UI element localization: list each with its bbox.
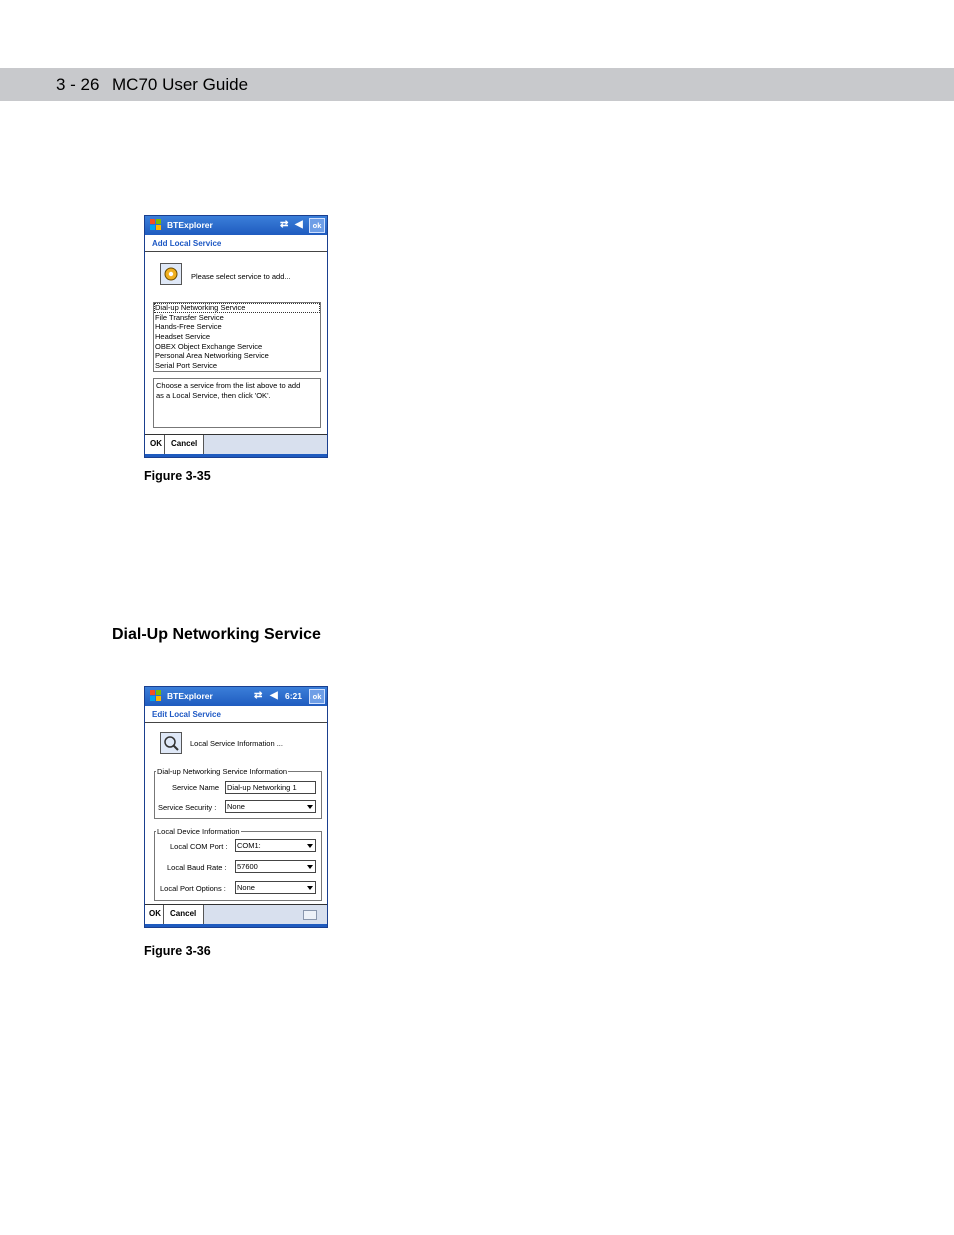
baud-rate-select[interactable]: 57600 [235,860,316,873]
service-security-label: Service Security : [158,803,217,812]
page-number: 3 - 26 [56,75,100,94]
section-heading: Dial-Up Networking Service [112,626,321,643]
connectivity-icon[interactable]: ⇄ [280,219,288,230]
service-info-label: Local Service Information ... [190,739,283,748]
list-item[interactable]: File Transfer Service [154,313,320,323]
add-local-service-screen: BTExplorer ⇄ ◀ ok Add Local Service Plea… [144,215,328,458]
select-value: COM1: [237,841,261,850]
list-item[interactable]: Headset Service [154,332,320,342]
select-value: None [237,883,255,892]
volume-icon[interactable]: ◀ [295,219,303,230]
menu-bar: OK Cancel [145,434,327,454]
menu-divider [163,905,164,924]
service-gear-icon [160,263,182,285]
clock[interactable]: 6:21 [285,691,302,701]
list-item[interactable]: Personal Area Networking Service [154,351,320,361]
select-value: 57600 [237,862,258,871]
chevron-down-icon[interactable] [307,886,313,890]
menu-divider [164,435,165,454]
app-title: BTExplorer [167,691,213,701]
service-prompt: Please select service to add... [191,272,291,281]
port-options-select[interactable]: None [235,881,316,894]
subtitle-text: Edit Local Service [152,710,221,719]
hint-box: Choose a service from the list above to … [153,378,321,428]
ok-title-button[interactable]: ok [309,689,325,704]
dun-info-group: Dial-up Networking Service Information S… [154,767,322,819]
hint-line-1: Choose a service from the list above to … [156,381,301,390]
screen-subtitle: Edit Local Service [145,706,327,723]
title-bar: BTExplorer ⇄ ◀ 6:21 ok [145,687,327,706]
windows-flag-icon[interactable] [149,689,162,703]
list-item[interactable]: OBEX Object Exchange Service [154,342,320,352]
chevron-down-icon[interactable] [307,844,313,848]
menu-divider [203,905,204,924]
group-title: Local Device Information [156,827,241,836]
group-title: Dial-up Networking Service Information [156,767,289,776]
subtitle-text: Add Local Service [152,239,222,248]
figure-caption-2: Figure 3-36 [144,944,211,958]
hint-line-2: as a Local Service, then click 'OK'. [156,390,271,400]
title-bar: BTExplorer ⇄ ◀ ok [145,216,327,235]
ok-menu-button[interactable]: OK [150,439,162,448]
local-device-group: Local Device Information Local COM Port … [154,827,322,901]
keyboard-icon[interactable] [303,910,317,920]
service-security-select[interactable]: None [225,800,316,813]
baud-rate-label: Local Baud Rate : [167,863,227,872]
list-item[interactable]: Dial-up Networking Service [154,303,320,313]
chevron-down-icon[interactable] [307,805,313,809]
com-port-select[interactable]: COM1: [235,839,316,852]
connectivity-icon[interactable]: ⇄ [254,690,262,701]
menu-bar: OK Cancel [145,904,327,924]
bottom-strip [145,454,327,457]
ok-title-button[interactable]: ok [309,218,325,233]
select-value: None [227,802,245,811]
guide-title: MC70 User Guide [112,75,249,94]
edit-local-service-screen: BTExplorer ⇄ ◀ 6:21 ok Edit Local Servic… [144,686,328,928]
service-name-field[interactable]: Dial-up Networking 1 [225,781,316,794]
menu-divider [203,435,204,454]
ok-menu-button[interactable]: OK [149,909,161,918]
service-info-icon [160,732,182,754]
list-item[interactable]: Serial Port Service [154,361,320,371]
cancel-menu-button[interactable]: Cancel [170,909,196,918]
windows-flag-icon[interactable] [149,218,162,232]
service-list[interactable]: Dial-up Networking Service File Transfer… [153,302,321,372]
service-name-label: Service Name [172,783,220,792]
com-port-label: Local COM Port : [170,842,228,851]
app-title: BTExplorer [167,220,213,230]
bottom-strip [145,924,327,927]
screen-subtitle: Add Local Service [145,235,327,252]
port-options-label: Local Port Options : [160,884,226,893]
volume-icon[interactable]: ◀ [270,690,278,701]
menu-bar-fill [203,435,327,454]
figure-caption-1: Figure 3-35 [144,469,211,483]
list-item[interactable]: Hands-Free Service [154,322,320,332]
page-header: 3 - 26 MC70 User Guide [0,68,954,101]
cancel-menu-button[interactable]: Cancel [171,439,197,448]
chevron-down-icon[interactable] [307,865,313,869]
